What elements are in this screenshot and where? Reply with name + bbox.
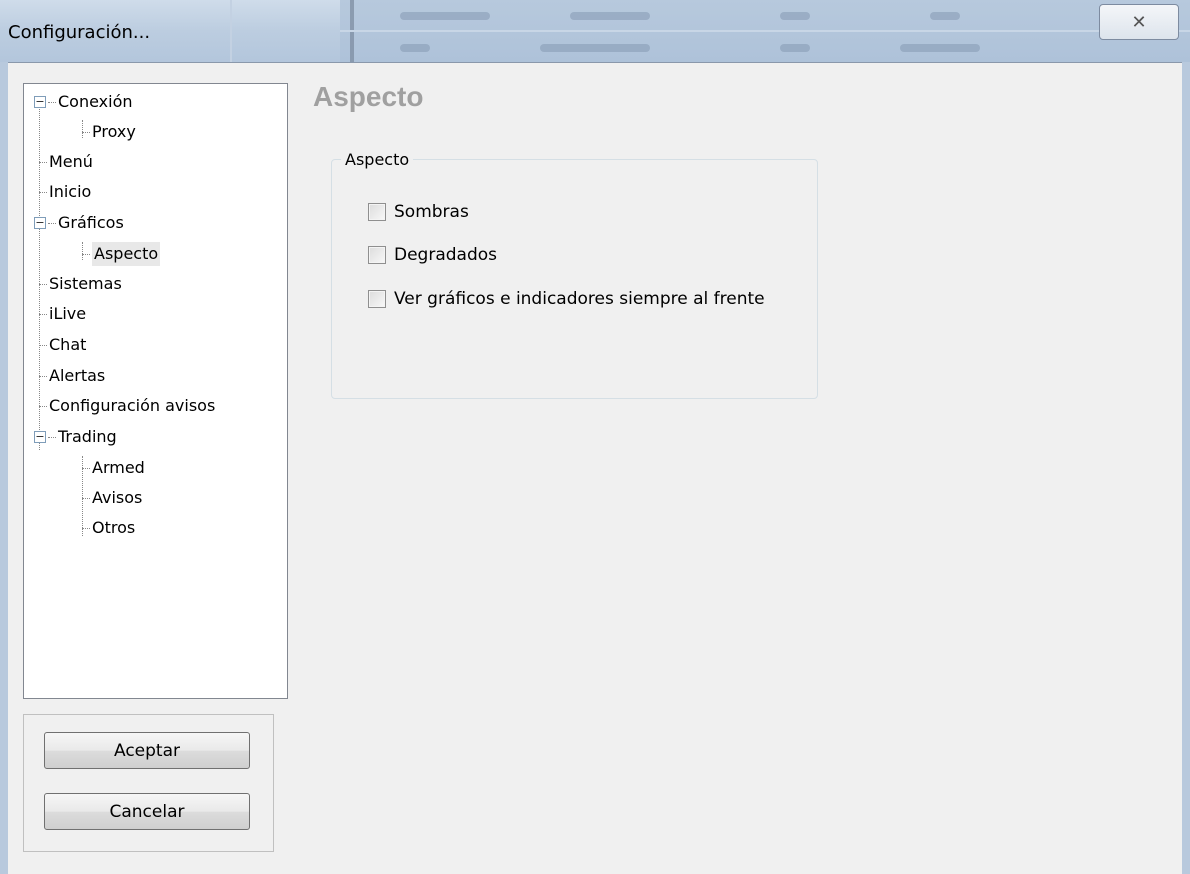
degradados-option[interactable]: Degradados — [368, 245, 497, 265]
window-frame-left — [0, 62, 8, 874]
tree-item-configuracion-avisos[interactable]: Configuración avisos — [39, 394, 215, 418]
tree-item-menu[interactable]: Menú — [39, 150, 93, 174]
background-window-blur — [340, 0, 1190, 62]
sombras-checkbox[interactable] — [368, 203, 386, 221]
background-blur-text — [540, 44, 650, 52]
degradados-label: Degradados — [394, 245, 498, 265]
window-title: Configuración... — [8, 22, 151, 43]
tree-item-otros[interactable]: Otros — [82, 516, 135, 540]
section-title: Aspecto — [313, 81, 424, 112]
always-on-top-option[interactable]: Ver gráficos e indicadores siempre al fr… — [368, 289, 765, 309]
sombras-option[interactable]: Sombras — [368, 202, 469, 222]
collapse-icon[interactable]: − — [34, 217, 46, 229]
groupbox-title: Aspecto — [341, 150, 414, 169]
background-blur-text — [570, 12, 650, 20]
sombras-label: Sombras — [394, 202, 469, 222]
tree-item-chat[interactable]: Chat — [39, 333, 86, 357]
tree-item-graficos[interactable]: − Gráficos — [34, 211, 124, 235]
collapse-icon[interactable]: − — [34, 96, 46, 108]
title-bar-divider — [230, 0, 232, 62]
tree-item-sistemas[interactable]: Sistemas — [39, 272, 122, 296]
background-blur-text — [900, 44, 980, 52]
close-icon: ✕ — [1131, 11, 1147, 33]
background-blur-text — [400, 44, 430, 52]
tree-item-alertas[interactable]: Alertas — [39, 364, 105, 388]
tree-item-trading[interactable]: − Trading — [34, 425, 117, 449]
tree-item-proxy[interactable]: Proxy — [82, 120, 136, 144]
settings-tree[interactable]: − Conexión Proxy Menú Inicio − Gráficos … — [23, 83, 288, 699]
window-frame-right — [1182, 62, 1190, 874]
close-button[interactable]: ✕ — [1099, 4, 1179, 40]
collapse-icon[interactable]: − — [34, 431, 46, 443]
tree-item-aspecto[interactable]: Aspecto — [82, 242, 161, 266]
degradados-checkbox[interactable] — [368, 246, 386, 264]
aspect-groupbox — [331, 159, 818, 399]
buttons-panel: Aceptar Cancelar — [23, 714, 274, 852]
background-row-line — [340, 30, 1190, 32]
background-blur-text — [930, 12, 960, 20]
tree-item-ilive[interactable]: iLive — [39, 302, 86, 326]
dialog-client-area: − Conexión Proxy Menú Inicio − Gráficos … — [8, 62, 1182, 874]
background-blur-text — [400, 12, 490, 20]
tree-item-armed[interactable]: Armed — [82, 456, 145, 480]
always-on-top-label: Ver gráficos e indicadores siempre al fr… — [394, 289, 765, 309]
tree-item-inicio[interactable]: Inicio — [39, 180, 91, 204]
cancel-button[interactable]: Cancelar — [44, 793, 250, 830]
background-blur-text — [780, 44, 810, 52]
always-on-top-checkbox[interactable] — [368, 290, 386, 308]
background-blur-text — [780, 12, 810, 20]
title-bar: Configuración... ✕ — [0, 0, 1190, 62]
accept-button[interactable]: Aceptar — [44, 732, 250, 769]
tree-item-conexion[interactable]: − Conexión — [34, 90, 133, 114]
tree-item-avisos[interactable]: Avisos — [82, 486, 142, 510]
